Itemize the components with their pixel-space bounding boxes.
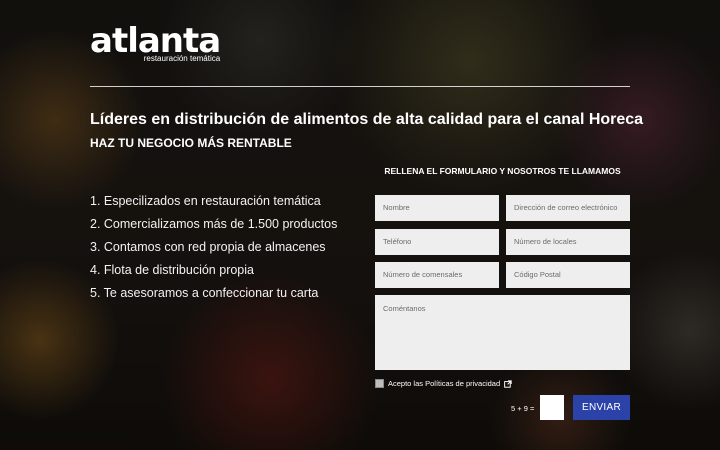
brand-logo[interactable]: atlanta restauración temática	[90, 22, 221, 63]
captcha-answer-field[interactable]	[540, 395, 564, 420]
header-divider	[90, 86, 630, 87]
feature-item: 1. Especilizados en restauración temátic…	[90, 194, 321, 208]
privacy-checkbox[interactable]	[375, 379, 384, 388]
privacy-policy-link[interactable]: Acepto las Políticas de privacidad	[388, 379, 500, 388]
feature-item: 4. Flota de distribución propia	[90, 263, 254, 277]
form-title: RELLENA EL FORMULARIO Y NOSOTROS TE LLAM…	[384, 166, 621, 176]
email-field[interactable]	[506, 195, 630, 221]
page-headline: Líderes en distribución de alimentos de …	[90, 111, 644, 128]
diners-count-field[interactable]	[375, 262, 499, 288]
feature-item: 5. Te asesoramos a confeccionar tu carta	[90, 286, 319, 300]
postal-code-field[interactable]	[506, 262, 630, 288]
captcha-question: 5 + 9 =	[511, 404, 535, 413]
phone-field[interactable]	[375, 229, 499, 255]
features-list: 1. Especilizados en restauración temátic…	[90, 190, 337, 305]
feature-item: 3. Contamos con red propia de almacenes	[90, 240, 326, 254]
comments-field[interactable]	[375, 295, 630, 370]
external-link-icon[interactable]	[504, 379, 512, 388]
submit-button[interactable]: ENVIAR	[573, 395, 630, 420]
feature-item: 2. Comercializamos más de 1.500 producto…	[90, 217, 338, 231]
name-field[interactable]	[375, 195, 499, 221]
page-subheadline: HAZ TU NEGOCIO MÁS RENTABLE	[90, 136, 292, 150]
privacy-consent: Acepto las Políticas de privacidad	[375, 379, 512, 388]
locations-count-field[interactable]	[506, 229, 630, 255]
landing-page: atlanta restauración temática Líderes en…	[0, 0, 720, 450]
